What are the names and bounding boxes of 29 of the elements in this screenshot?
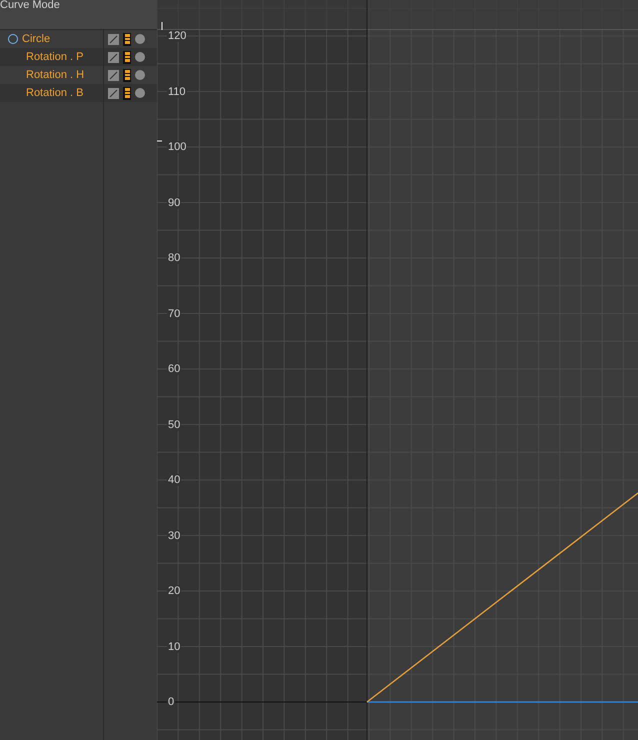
curve-toggle-icon[interactable] — [108, 34, 119, 44]
circle-icon — [8, 34, 18, 44]
axis-label: 110 — [167, 86, 187, 98]
mode-title: Curve Mode — [0, 0, 61, 9]
dot-icon[interactable] — [135, 70, 145, 80]
track-label[interactable]: Rotation . H — [26, 69, 84, 81]
axis-label: 40 — [167, 474, 182, 486]
keyframe-bars-icon[interactable] — [123, 32, 131, 46]
axis-label: 120 — [167, 30, 188, 42]
axis-label: 90 — [167, 196, 182, 208]
axis-label: 60 — [167, 363, 182, 375]
keyframe-bars-icon[interactable] — [123, 86, 131, 100]
curve-toggle-icon[interactable] — [108, 52, 119, 62]
curve-toggle-icon[interactable] — [108, 70, 119, 80]
axis-label: 30 — [167, 530, 182, 542]
axis-label: 0 — [167, 696, 176, 708]
keyframe-bars-icon[interactable] — [123, 68, 131, 82]
curve-toggle-icon[interactable] — [108, 88, 119, 98]
dot-icon[interactable] — [135, 88, 145, 98]
axis-label: 70 — [167, 308, 182, 320]
dot-icon[interactable] — [135, 34, 145, 44]
keyframe-bars-icon[interactable] — [123, 50, 131, 64]
axis-label: 80 — [167, 252, 182, 264]
axis-label: 50 — [167, 418, 182, 430]
axis-label: 10 — [167, 640, 182, 652]
dot-icon[interactable] — [135, 52, 145, 62]
track-label[interactable]: Circle — [22, 33, 50, 45]
axis-label: 20 — [167, 585, 182, 597]
axis-label: 100 — [167, 141, 188, 153]
